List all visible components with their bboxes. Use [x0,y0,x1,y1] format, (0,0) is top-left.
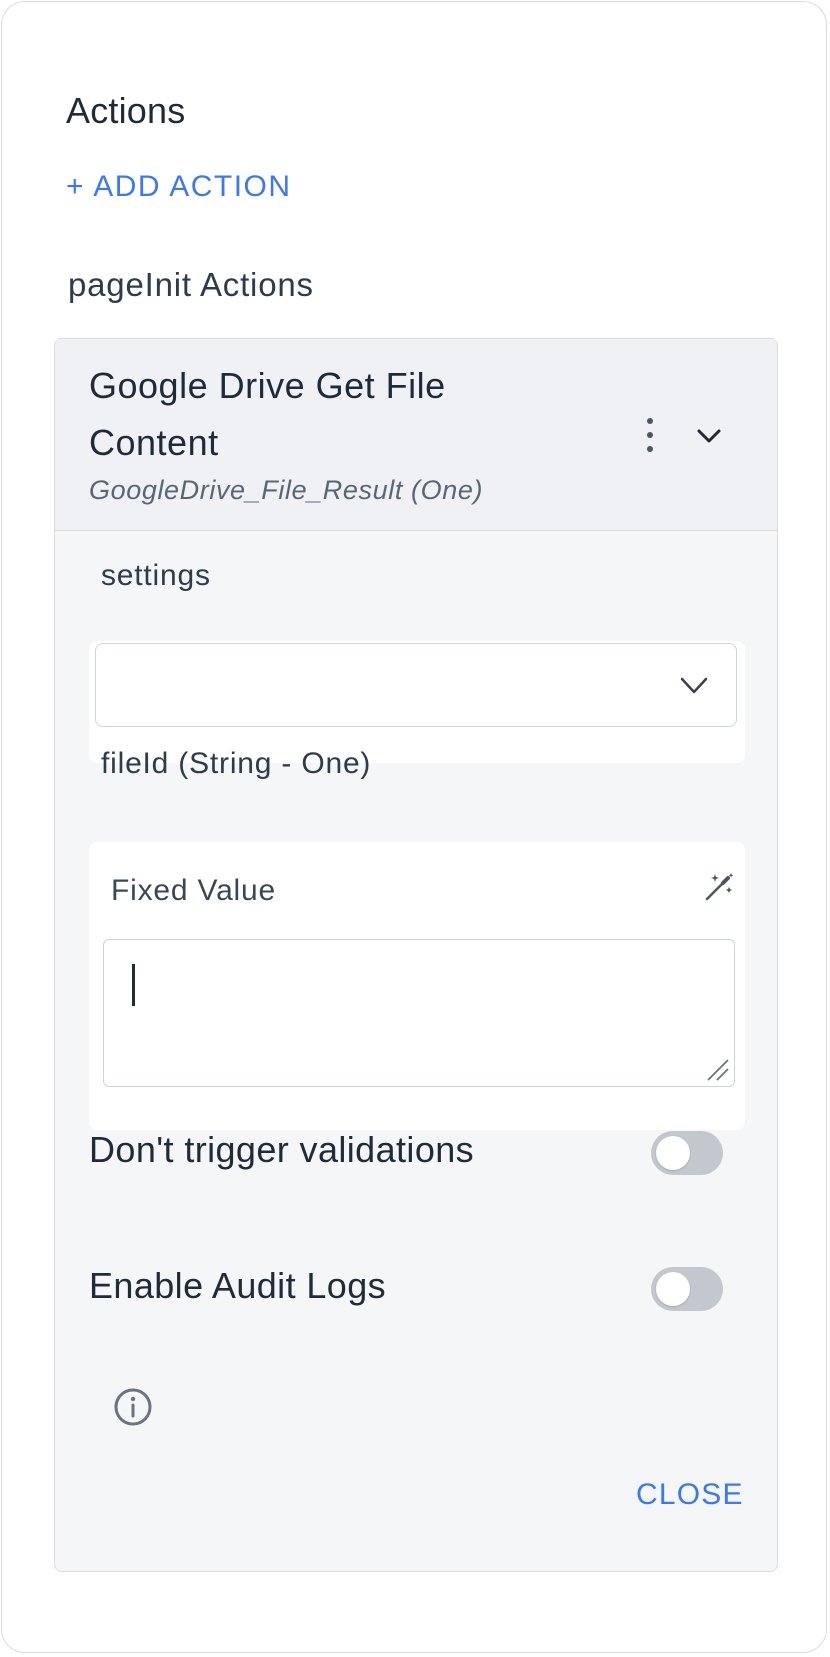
fileid-textarea[interactable] [103,939,735,1087]
chevron-down-icon[interactable] [691,419,727,455]
more-vertical-icon[interactable] [633,415,667,455]
settings-select[interactable] [95,643,737,727]
settings-label: settings [101,559,211,592]
chevron-down-icon [680,677,708,694]
resize-handle-icon[interactable] [704,1056,730,1082]
fixed-value-label: Fixed Value [111,874,276,907]
magic-wand-icon[interactable] [701,869,737,905]
add-action-button[interactable]: + ADD ACTION [66,170,292,204]
enable-audit-logs-toggle[interactable] [651,1267,723,1311]
action-card: Google Drive Get File Content GoogleDriv… [54,338,778,1572]
action-title: Google Drive Get File Content [89,365,446,463]
action-card-header[interactable]: Google Drive Get File Content GoogleDriv… [55,339,777,531]
toggle-knob [656,1136,690,1170]
actions-heading: Actions [66,90,186,131]
text-caret [132,964,135,1006]
dont-trigger-validations-toggle[interactable] [651,1131,723,1175]
close-button[interactable]: CLOSE [636,1478,744,1512]
fileid-label: fileId (String - One) [101,747,372,780]
dont-trigger-validations-label: Don't trigger validations [89,1129,475,1170]
enable-audit-logs-label: Enable Audit Logs [89,1265,387,1306]
info-icon[interactable] [112,1386,154,1428]
pageinit-actions-label: pageInit Actions [68,266,314,303]
action-result-type: GoogleDrive_File_Result (One) [89,475,484,505]
toggle-knob [656,1272,690,1306]
